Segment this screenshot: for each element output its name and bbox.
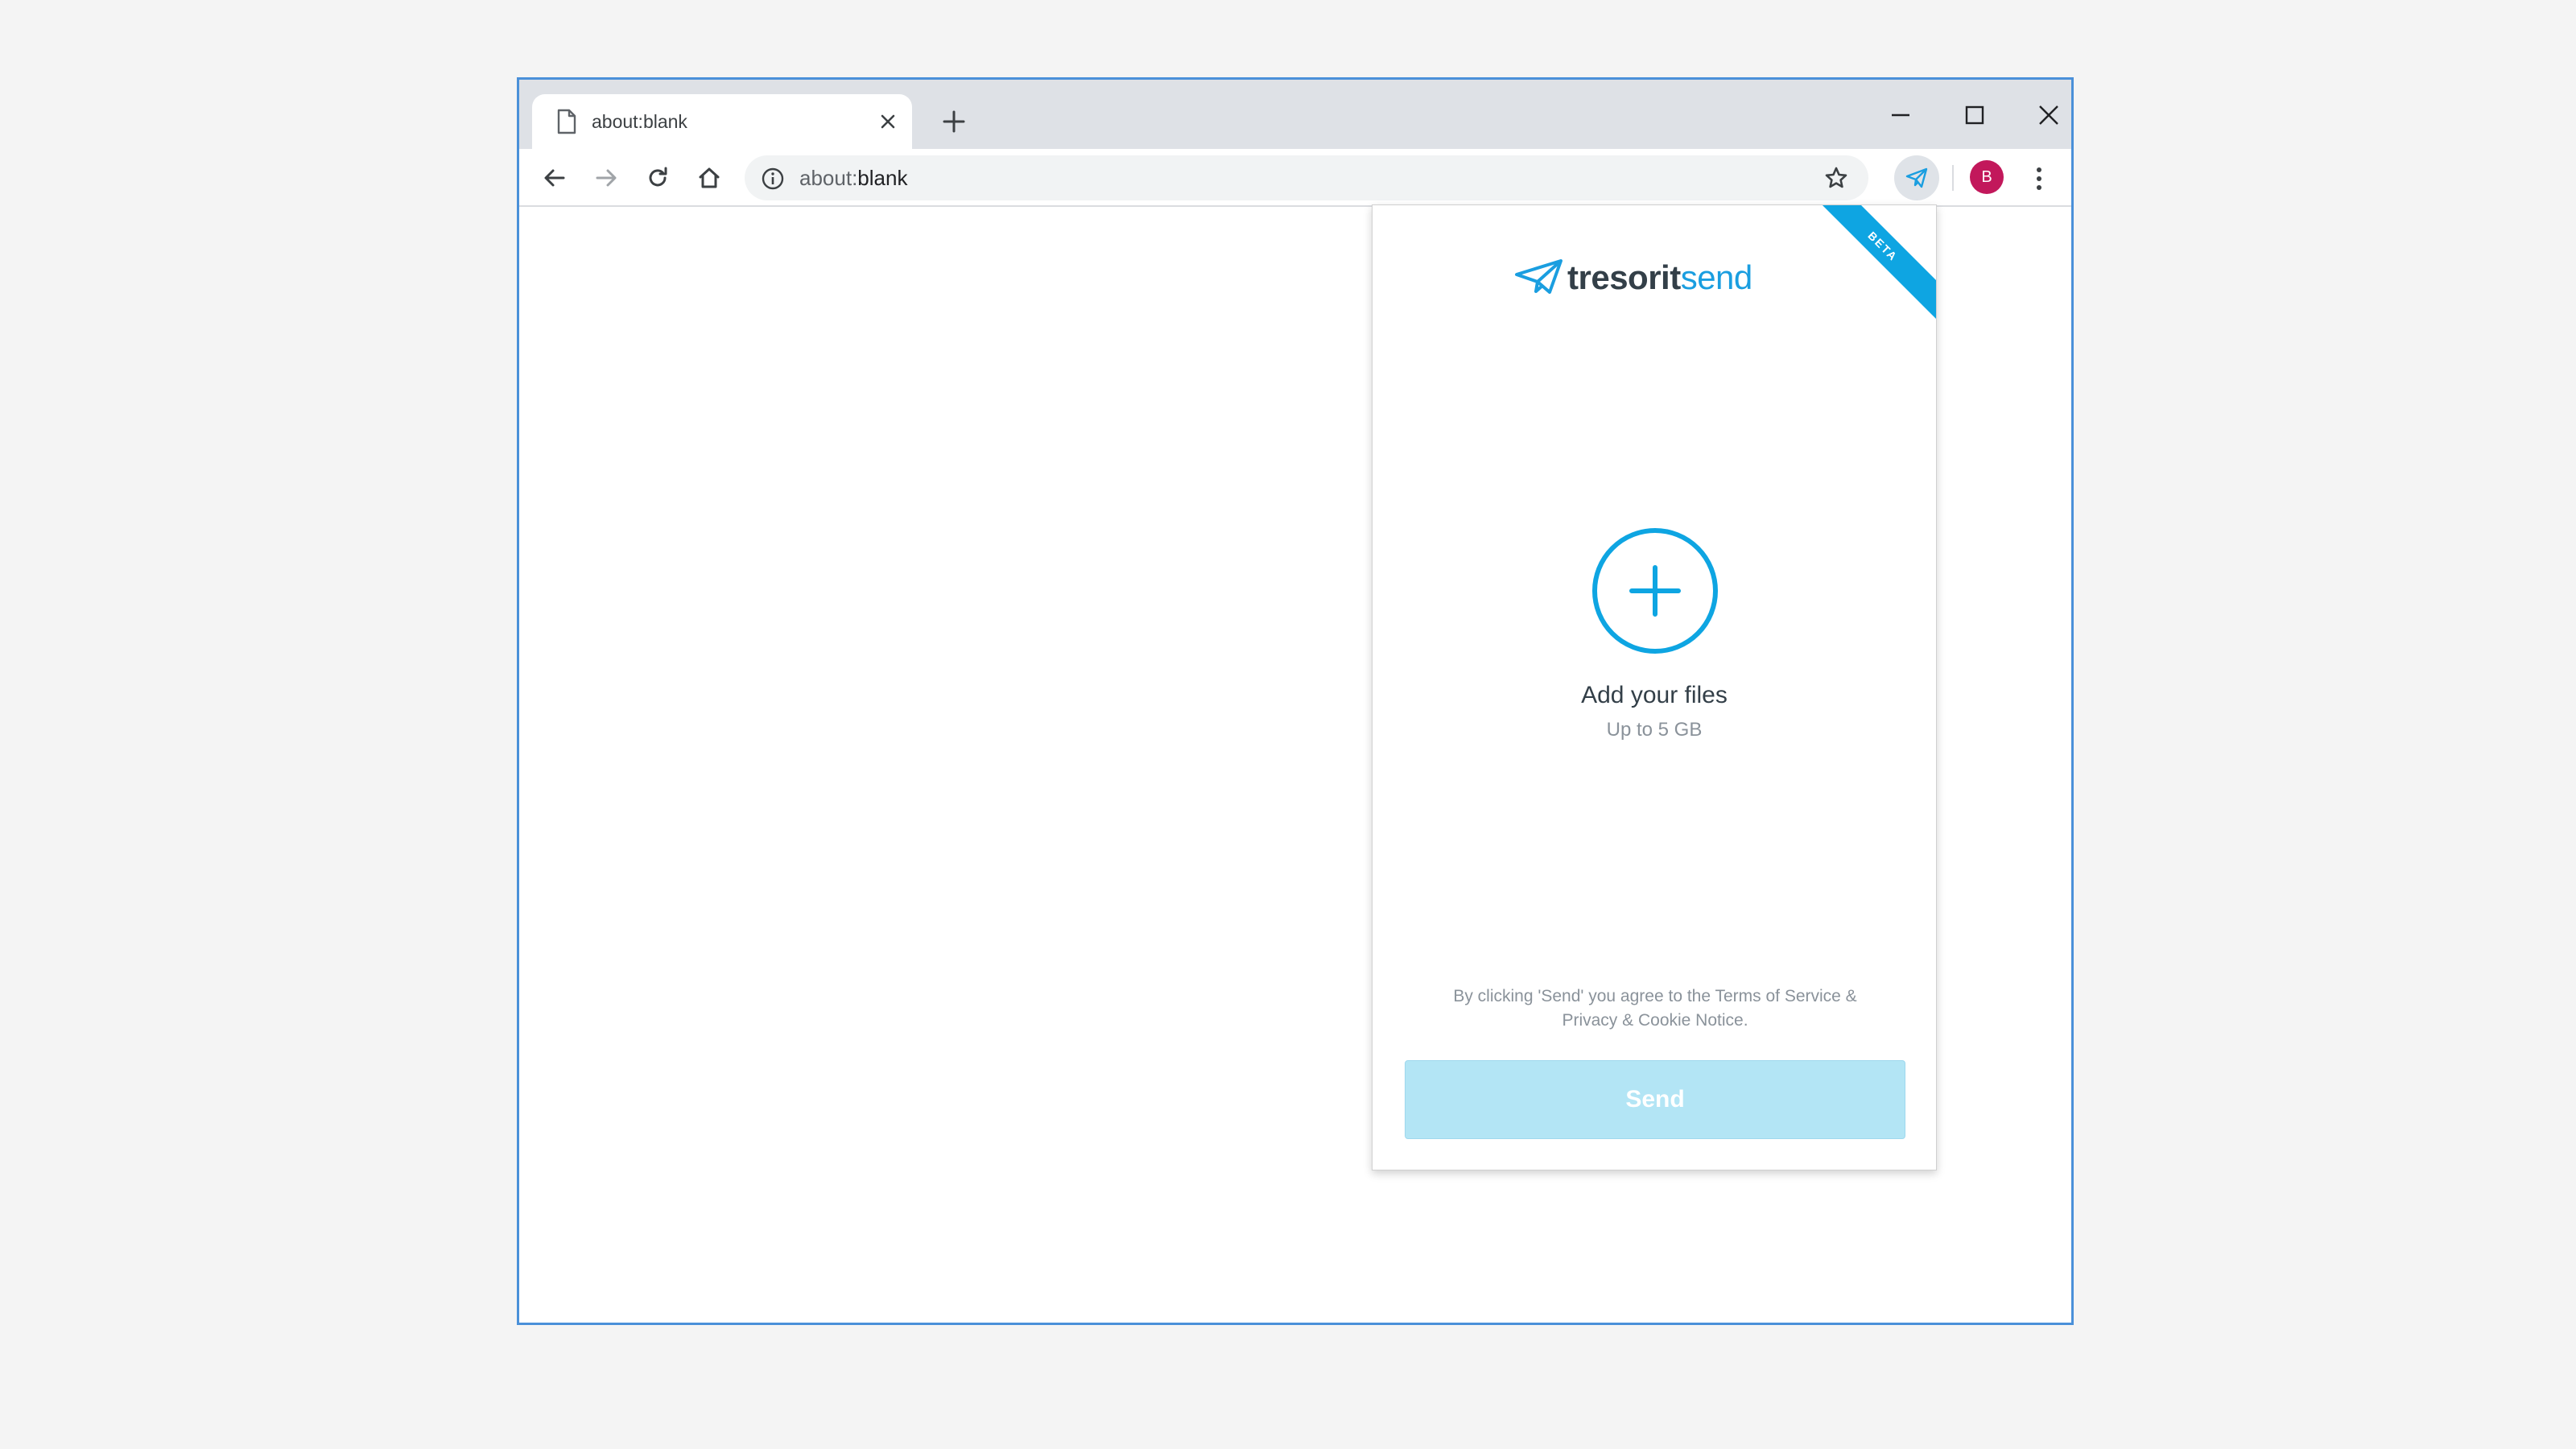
url-text: about:blank: [799, 166, 907, 190]
toolbar-divider: [1952, 165, 1954, 191]
info-icon[interactable]: [761, 167, 785, 191]
close-icon[interactable]: [877, 110, 899, 133]
paper-plane-icon: [1905, 167, 1928, 188]
legal-line-1: By clicking 'Send' you agree to the Term…: [1453, 987, 1857, 1005]
minimize-icon: [1892, 114, 1909, 117]
add-files-button[interactable]: [1591, 527, 1719, 654]
home-icon: [699, 167, 720, 188]
close-window-button[interactable]: [2025, 91, 2071, 139]
back-button[interactable]: [537, 160, 572, 196]
legal-notice: By clicking 'Send' you agree to the Term…: [1405, 985, 1905, 1033]
add-files-title: Add your files: [1581, 682, 1728, 708]
tab-strip: about:blank: [519, 80, 2071, 149]
star-icon[interactable]: [1823, 165, 1849, 191]
close-icon: [2039, 105, 2058, 125]
maximize-icon: [1965, 105, 1984, 125]
tab-title: about:blank: [592, 111, 687, 132]
more-vert-icon: [2037, 167, 2041, 190]
arrow-right-icon: [596, 169, 617, 187]
maximize-button[interactable]: [1951, 91, 1999, 139]
plus-icon[interactable]: [939, 107, 968, 136]
profile-avatar[interactable]: B: [1970, 160, 2004, 194]
plus-icon: [1629, 565, 1681, 617]
tresorit-send-popup: BETA tresoritsend Add your files Up to 5…: [1372, 204, 1937, 1170]
file-size-limit: Up to 5 GB: [1606, 719, 1703, 741]
url-scheme: about:: [799, 166, 858, 190]
send-button[interactable]: Send: [1405, 1060, 1905, 1139]
paper-plane-icon: [1515, 259, 1563, 294]
brand-part1: tresorit: [1567, 258, 1681, 296]
reload-icon: [649, 167, 667, 187]
minimize-button[interactable]: [1876, 91, 1925, 139]
tresorit-send-extension-button[interactable]: [1894, 155, 1939, 200]
brand-name: tresoritsend: [1567, 258, 1752, 297]
toolbar: about:blank B: [519, 149, 2071, 207]
reload-button[interactable]: [640, 160, 675, 196]
menu-button[interactable]: [2021, 160, 2057, 196]
forward-button[interactable]: [588, 160, 624, 196]
arrow-left-icon: [544, 169, 565, 187]
address-bar[interactable]: about:blank: [745, 155, 1868, 200]
home-button[interactable]: [691, 160, 727, 196]
brand-part2: send: [1680, 258, 1753, 296]
url-rest: blank: [857, 166, 908, 190]
page-icon: [557, 109, 576, 134]
legal-line-2: Privacy & Cookie Notice.: [1562, 1011, 1748, 1030]
beta-ribbon: BETA: [1799, 205, 1936, 330]
tab-about-blank[interactable]: about:blank: [532, 94, 912, 149]
